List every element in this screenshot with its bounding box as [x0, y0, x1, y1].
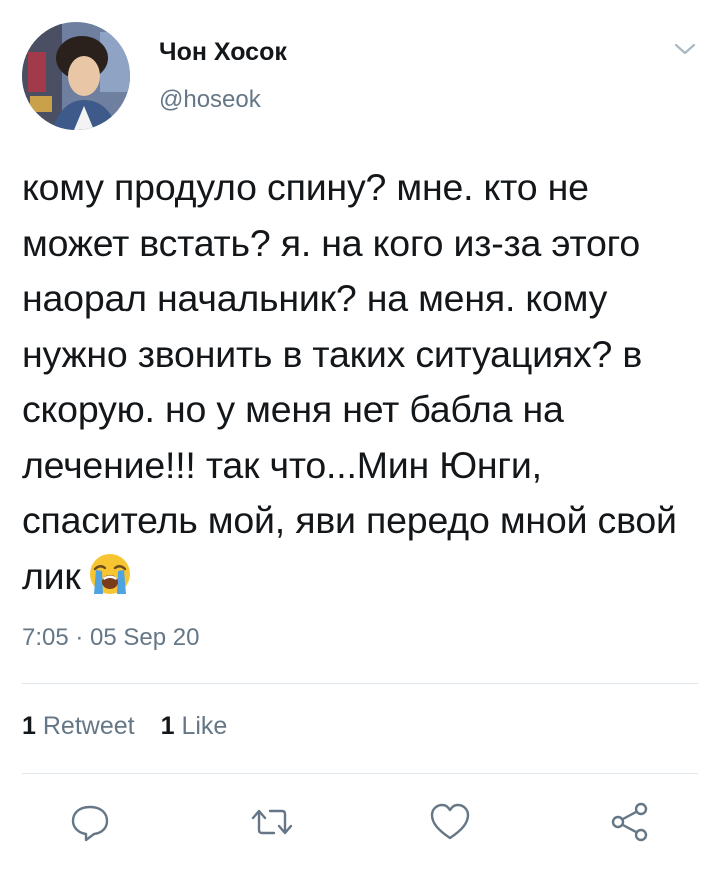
avatar[interactable] — [22, 22, 130, 130]
divider-top — [22, 683, 698, 684]
display-name[interactable]: Чон Хосок — [159, 38, 287, 67]
tweet-stats: 1 Retweet 1 Like — [22, 712, 227, 741]
retweet-icon[interactable] — [250, 800, 294, 844]
retweets-label: Retweet — [42, 712, 135, 740]
tweet-body: кому продуло спину? мне. кто не может вс… — [22, 166, 677, 597]
likes-count: 1 — [160, 712, 175, 740]
reply-icon[interactable] — [68, 800, 112, 844]
tweet-timestamp: 7:05 · 05 Sep 20 — [22, 624, 200, 651]
retweets-count: 1 — [22, 712, 36, 740]
divider-bottom — [22, 773, 698, 774]
loudly-crying-face-icon — [87, 551, 133, 597]
tweet-text: кому продуло спину? мне. кто не может вс… — [22, 160, 702, 604]
like-icon[interactable] — [428, 800, 472, 844]
share-icon[interactable] — [608, 800, 652, 844]
likes-stat[interactable]: 1 Like — [161, 712, 228, 740]
likes-label: Like — [181, 712, 228, 740]
retweets-stat[interactable]: 1 Retweet — [22, 712, 135, 740]
chevron-down-icon[interactable] — [672, 40, 698, 58]
user-handle[interactable]: @hoseok — [159, 86, 261, 114]
